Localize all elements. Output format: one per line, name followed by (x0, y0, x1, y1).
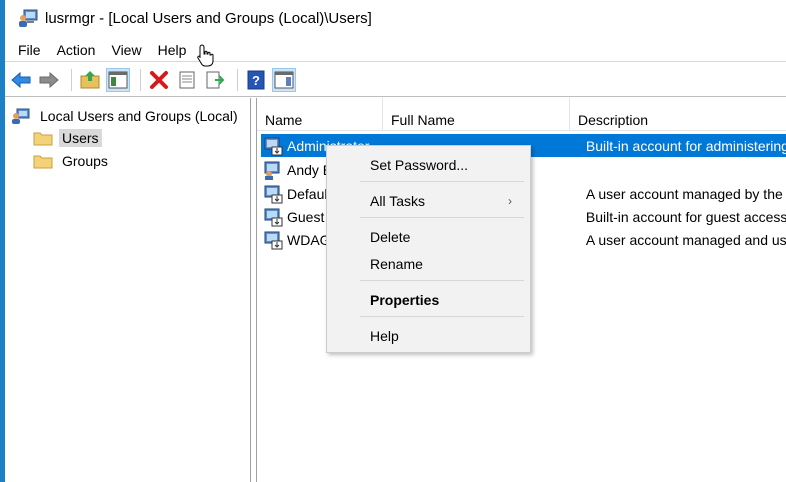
show-hide-action-pane-icon[interactable] (272, 67, 296, 92)
user-account-icon (263, 184, 283, 204)
tree-item-root[interactable]: Local Users and Groups (Local) (11, 105, 241, 127)
user-account-icon (263, 230, 283, 250)
console-tree-pane[interactable]: Local Users and Groups (Local) Users Gro… (5, 98, 251, 482)
hand-cursor-icon (197, 44, 215, 68)
column-header-full-name[interactable]: Full Name (383, 98, 570, 131)
window-title: lusrmgr - [Local Users and Groups (Local… (45, 9, 372, 27)
menu-item-help[interactable]: Help (327, 324, 530, 348)
menu-item-label: All Tasks (370, 193, 425, 209)
toolbar: ? (5, 63, 786, 97)
menu-separator (360, 316, 524, 317)
menu-bar: File Action View Help (5, 38, 786, 62)
cell-description: A user account managed and use (585, 231, 786, 248)
up-folder-icon[interactable] (78, 68, 102, 92)
toolbar-separator (237, 68, 238, 91)
svg-text:?: ? (252, 73, 260, 88)
folder-icon (33, 129, 53, 147)
export-list-icon[interactable] (203, 68, 227, 92)
user-account-icon (263, 160, 283, 180)
show-hide-tree-icon[interactable] (106, 67, 130, 92)
menu-view[interactable]: View (103, 38, 149, 62)
tree-item-label: Groups (62, 153, 108, 169)
tree-item-users[interactable]: Users (33, 127, 102, 149)
cell-description: A user account managed by the (585, 185, 783, 202)
context-menu: Set Password... All Tasks › Delete Renam… (326, 145, 531, 353)
back-arrow-icon[interactable] (9, 68, 33, 92)
help-icon[interactable]: ? (244, 68, 268, 92)
tree-item-groups[interactable]: Groups (33, 150, 111, 172)
cell-description: Built-in account for guest access (585, 208, 786, 225)
menu-item-delete[interactable]: Delete (327, 225, 530, 249)
toolbar-separator (140, 68, 141, 91)
column-header-name[interactable]: Name (257, 98, 383, 131)
menu-file[interactable]: File (10, 38, 49, 62)
toolbar-separator (71, 68, 72, 91)
delete-icon[interactable] (147, 68, 171, 92)
tree-item-label: Users (59, 129, 102, 147)
list-header: Name Full Name Description (257, 98, 786, 131)
properties-icon[interactable] (175, 68, 199, 92)
menu-item-rename[interactable]: Rename (327, 252, 530, 276)
menu-help[interactable]: Help (150, 38, 195, 62)
menu-separator (360, 181, 524, 182)
user-account-icon (263, 136, 283, 156)
title-bar: lusrmgr - [Local Users and Groups (Local… (5, 0, 786, 36)
menu-item-set-password[interactable]: Set Password... (327, 153, 530, 177)
menu-action[interactable]: Action (49, 38, 104, 62)
folder-icon (33, 152, 53, 170)
cell-description: Built-in account for administering (585, 137, 786, 154)
column-header-description[interactable]: Description (570, 98, 786, 131)
menu-separator (360, 217, 524, 218)
user-account-icon (263, 207, 283, 227)
menu-separator (360, 280, 524, 281)
menu-item-properties[interactable]: Properties (327, 288, 530, 312)
users-computer-icon (11, 107, 31, 125)
tree-item-label: Local Users and Groups (Local) (40, 108, 238, 124)
chevron-right-icon: › (508, 194, 512, 208)
forward-arrow-icon[interactable] (37, 68, 61, 92)
users-computer-icon (17, 7, 39, 29)
menu-item-all-tasks[interactable]: All Tasks › (327, 189, 530, 213)
